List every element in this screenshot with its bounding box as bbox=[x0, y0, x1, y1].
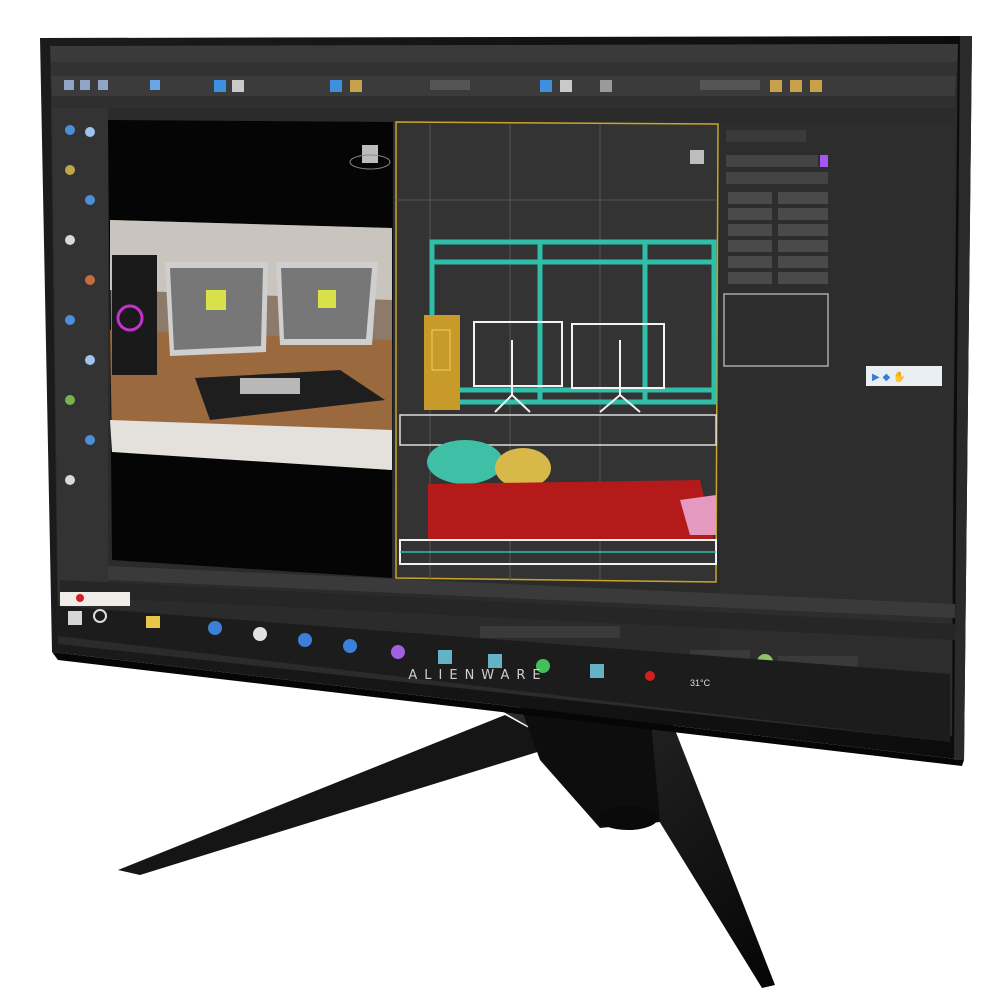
taskbar-app-6[interactable] bbox=[488, 654, 502, 668]
command-panel[interactable]: ▶ ◆ ✋ bbox=[720, 124, 955, 736]
windows-logo-icon[interactable] bbox=[68, 611, 82, 625]
menu-bar bbox=[51, 62, 957, 76]
taskbar-app-browser-3[interactable] bbox=[298, 633, 312, 647]
taskbar-app-player[interactable] bbox=[391, 645, 405, 659]
taskbar-app-folder[interactable] bbox=[146, 616, 160, 628]
camera-render-viewport[interactable] bbox=[108, 120, 393, 578]
svg-text:▶ ◆ ✋: ▶ ◆ ✋ bbox=[872, 370, 905, 383]
taskbar-app-browser-2[interactable] bbox=[253, 627, 267, 641]
title-bar bbox=[50, 44, 958, 62]
ribbon-row bbox=[52, 96, 955, 108]
wireframe-viewport[interactable] bbox=[395, 121, 719, 583]
taskbar-app-browser-4[interactable] bbox=[343, 639, 357, 653]
monitor-illustration: ▶ ◆ ✋ 31°C bbox=[40, 36, 972, 988]
monitor-stand bbox=[118, 705, 775, 988]
taskbar-temperature: 31°C bbox=[690, 678, 711, 688]
left-toolbar bbox=[52, 108, 108, 605]
recorder-icon[interactable] bbox=[645, 671, 655, 681]
monitor-photo: ▶ ◆ ✋ 31°C ALIENWARE bbox=[0, 0, 1000, 1000]
monitor-brand-logo: ALIENWARE bbox=[408, 668, 548, 683]
taskbar-app-3dsmax[interactable] bbox=[590, 664, 604, 678]
taskbar-app-5[interactable] bbox=[438, 650, 452, 664]
taskbar-app-browser[interactable] bbox=[208, 621, 222, 635]
screen: ▶ ◆ ✋ 31°C bbox=[50, 44, 958, 742]
